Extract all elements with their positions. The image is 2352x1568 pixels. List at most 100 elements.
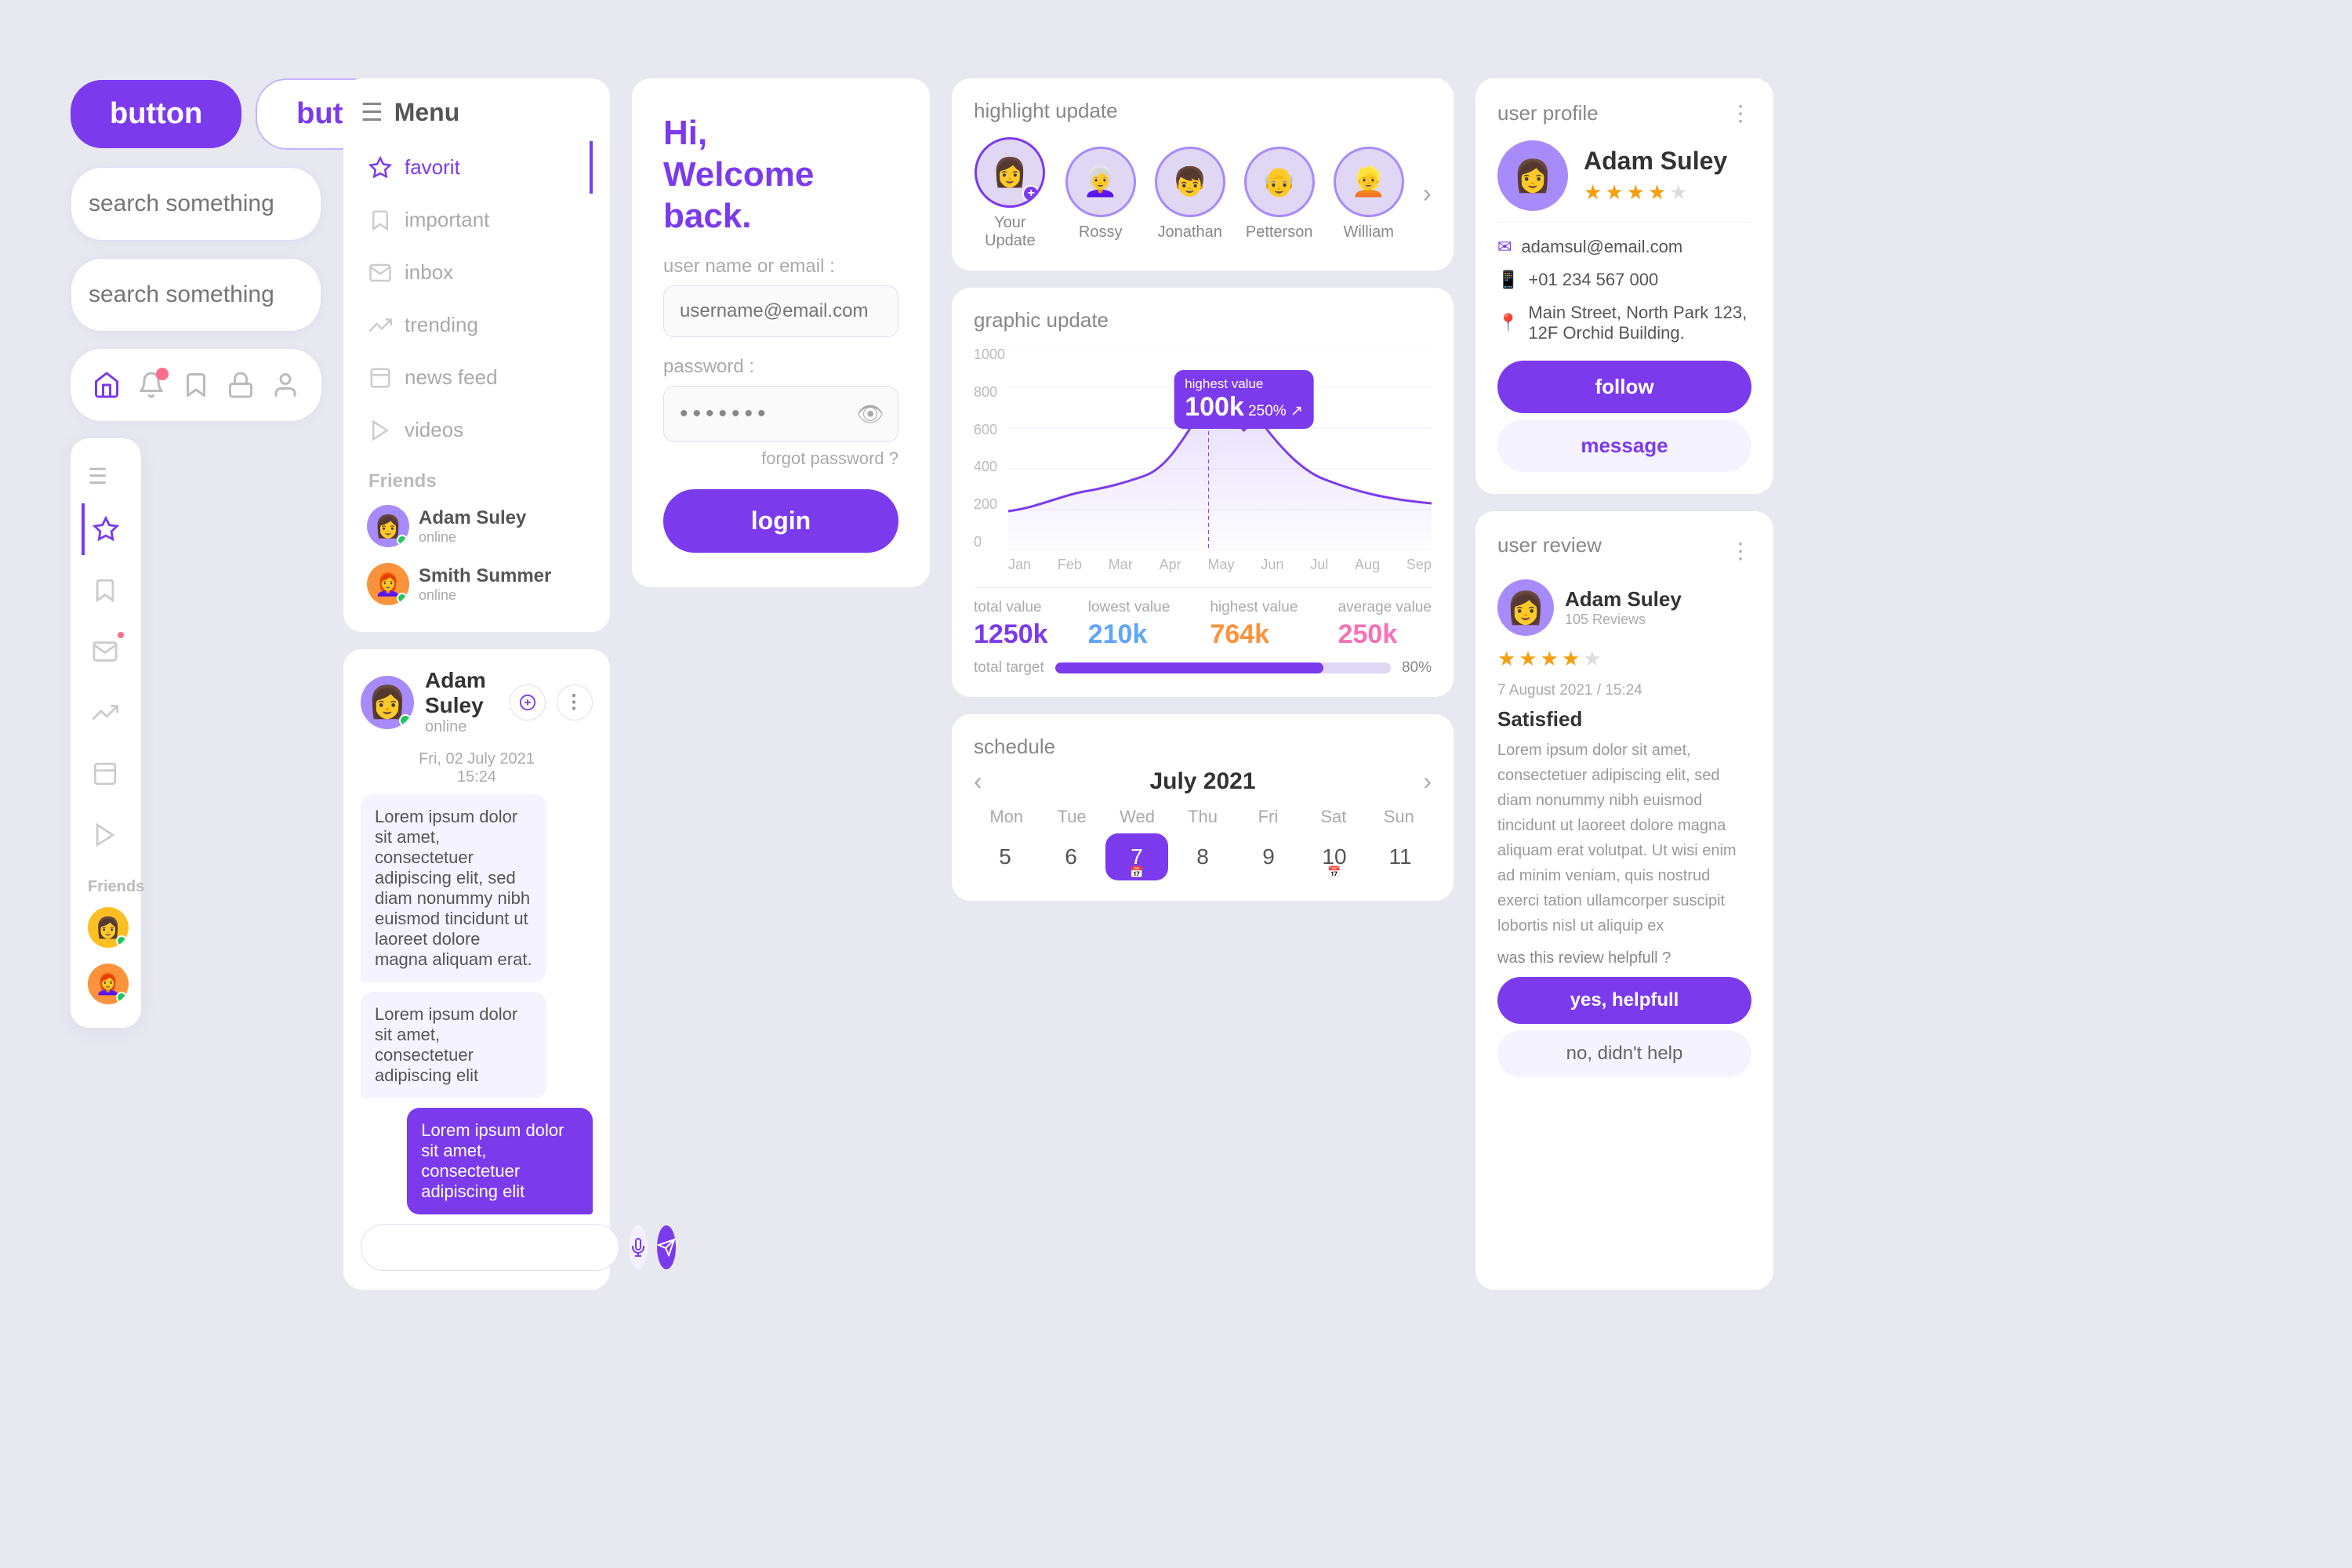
reviewer-count: 105 Reviews (1565, 612, 1682, 628)
calendar-header: ‹ July 2021 › (974, 767, 1432, 796)
search-bar-2 (71, 258, 321, 332)
story-your-update[interactable]: 👩 + Your Update (974, 137, 1047, 250)
chat-user-name: Adam Suley (425, 668, 499, 718)
story-jonathan[interactable]: 👦 Jonathan (1155, 147, 1225, 241)
menu-item-newsfeed[interactable]: news feed (361, 351, 593, 404)
total-value: 1250k (974, 619, 1048, 650)
reviewer-name: Adam Suley (1565, 587, 1682, 612)
helpful-yes-button[interactable]: yes, helpfull (1497, 977, 1751, 1024)
sidebar-item-page[interactable] (82, 748, 130, 800)
chart-card: graphic update highest value 100k 250% ↗… (952, 288, 1454, 697)
cal-next-button[interactable]: › (1423, 767, 1432, 796)
friend-name-2: Smith Summer (419, 565, 551, 587)
sidebar-item-play[interactable] (82, 809, 130, 861)
sidebar-item-trending[interactable] (82, 687, 130, 739)
nav-home[interactable] (86, 365, 127, 405)
hamburger-menu[interactable]: ☰ (361, 97, 383, 127)
hamburger-mini[interactable]: ☰ (82, 454, 130, 499)
menu-item-important[interactable]: important (361, 194, 593, 246)
tooltip-pct: 250% ↗ (1248, 403, 1303, 419)
cal-day-5[interactable]: 5 (974, 833, 1036, 880)
cal-day-10[interactable]: 10 📅 (1303, 833, 1366, 880)
story-rossy[interactable]: 👩‍🦳 Rossy (1065, 147, 1136, 241)
progress-fill (1055, 662, 1324, 673)
review-more-button[interactable]: ⋮ (1730, 538, 1751, 564)
chat-user-avatar: 👩 (361, 676, 414, 729)
profile-avatar: 👩 (1497, 140, 1568, 211)
profile-more-button[interactable]: ⋮ (1730, 100, 1751, 126)
review-stars: ★ ★ ★ ★ ★ (1497, 647, 1751, 671)
menu-item-inbox[interactable]: inbox (361, 246, 593, 299)
bookmark-icon-m (368, 209, 392, 232)
sidebar-item-favorit[interactable] (82, 503, 130, 555)
sidebar-item-bookmark[interactable] (82, 564, 130, 616)
chat-text-input[interactable] (361, 1224, 619, 1271)
follow-button[interactable]: follow (1497, 361, 1751, 413)
stat-avg: average value 250k (1338, 599, 1432, 650)
profile-phone-row: 📱 +01 234 567 000 (1497, 263, 1751, 296)
review-star-3: ★ (1541, 647, 1559, 671)
story-petterson[interactable]: 👴 Petterson (1244, 147, 1315, 241)
william-avatar: 👱 (1334, 147, 1404, 217)
stories-next-button[interactable]: › (1423, 179, 1432, 209)
button-row: button button (71, 78, 321, 150)
password-label: password : (663, 356, 898, 378)
menu-friend-1[interactable]: 👩 Adam Suley online (361, 497, 593, 555)
friend-mini-1[interactable]: 👩 (82, 899, 130, 956)
friend-mini-2[interactable]: 👩‍🦰 (82, 956, 130, 1012)
toggle-password-icon[interactable]: 👁 (856, 401, 884, 427)
profile-address-row: 📍 Main Street, North Park 123, 12F Orchi… (1497, 296, 1751, 350)
password-field-wrapper: 👁 (663, 386, 898, 442)
nav-notification[interactable] (131, 365, 172, 405)
newsfeed-icon-m (368, 366, 392, 390)
message-button[interactable]: message (1497, 419, 1751, 472)
target-label: total target (974, 659, 1044, 677)
rossy-avatar: 👩‍🦳 (1065, 147, 1136, 217)
profile-title: user profile (1497, 101, 1599, 125)
login-button[interactable]: login (663, 489, 898, 553)
nav-bar (71, 349, 321, 421)
cal-day-8[interactable]: 8 (1171, 833, 1234, 880)
email-input[interactable] (663, 285, 898, 337)
nav-user[interactable] (265, 365, 306, 405)
your-update-label: Your Update (974, 214, 1047, 250)
sidebar-mini: ☰ Frien (71, 438, 141, 1028)
review-star-4: ★ (1562, 647, 1580, 671)
cal-day-6[interactable]: 6 (1040, 833, 1102, 880)
story-william[interactable]: 👱 William (1334, 147, 1404, 241)
day-header-mon: Mon (974, 807, 1039, 827)
menu-item-trending[interactable]: trending (361, 299, 593, 351)
nav-lock[interactable] (220, 365, 261, 405)
day-header-sat: Sat (1301, 807, 1366, 827)
sidebar-item-mail[interactable] (82, 626, 130, 677)
cal-day-9[interactable]: 9 (1237, 833, 1300, 880)
profile-phone: +01 234 567 000 (1528, 270, 1658, 290)
schedule-title: schedule (974, 735, 1432, 759)
calendar-month: July 2021 (1149, 768, 1255, 795)
cal-day-11[interactable]: 11 (1369, 833, 1432, 880)
login-greeting: Hi, (663, 113, 898, 154)
calendar-days-header: Mon Tue Wed Thu Fri Sat Sun (974, 807, 1432, 827)
more-chat-button[interactable]: ⋮ (557, 684, 593, 720)
reviewer-info: 👩 Adam Suley 105 Reviews (1497, 579, 1751, 636)
review-heading: Satisfied (1497, 707, 1751, 731)
forgot-password-link[interactable]: forgot password ? (663, 448, 898, 469)
add-story-badge: + (1022, 185, 1040, 202)
jonathan-label: Jonathan (1158, 223, 1222, 241)
x-feb: Feb (1058, 557, 1082, 573)
filled-button[interactable]: button (71, 80, 241, 148)
cal-prev-button[interactable]: ‹ (974, 767, 982, 796)
chat-panel: 👩 Adam Suley online ⋮ Fri, 02 July 2021 … (343, 649, 610, 1290)
cal-day-7[interactable]: 7 📅 (1105, 833, 1168, 880)
menu-item-videos[interactable]: videos (361, 404, 593, 456)
nav-bookmark[interactable] (176, 365, 216, 405)
progress-pct: 80% (1402, 659, 1432, 677)
friend-status-2: online (419, 587, 551, 604)
helpful-no-button[interactable]: no, didn't help (1497, 1030, 1751, 1077)
menu-item-favorit[interactable]: favorit (361, 141, 593, 194)
menu-friend-2[interactable]: 👩‍🦰 Smith Summer online (361, 555, 593, 613)
add-chat-button[interactable] (510, 684, 546, 720)
chat-user-status: online (425, 718, 499, 736)
highest-value: 764k (1210, 619, 1298, 650)
stat-total: total value 1250k (974, 599, 1048, 650)
